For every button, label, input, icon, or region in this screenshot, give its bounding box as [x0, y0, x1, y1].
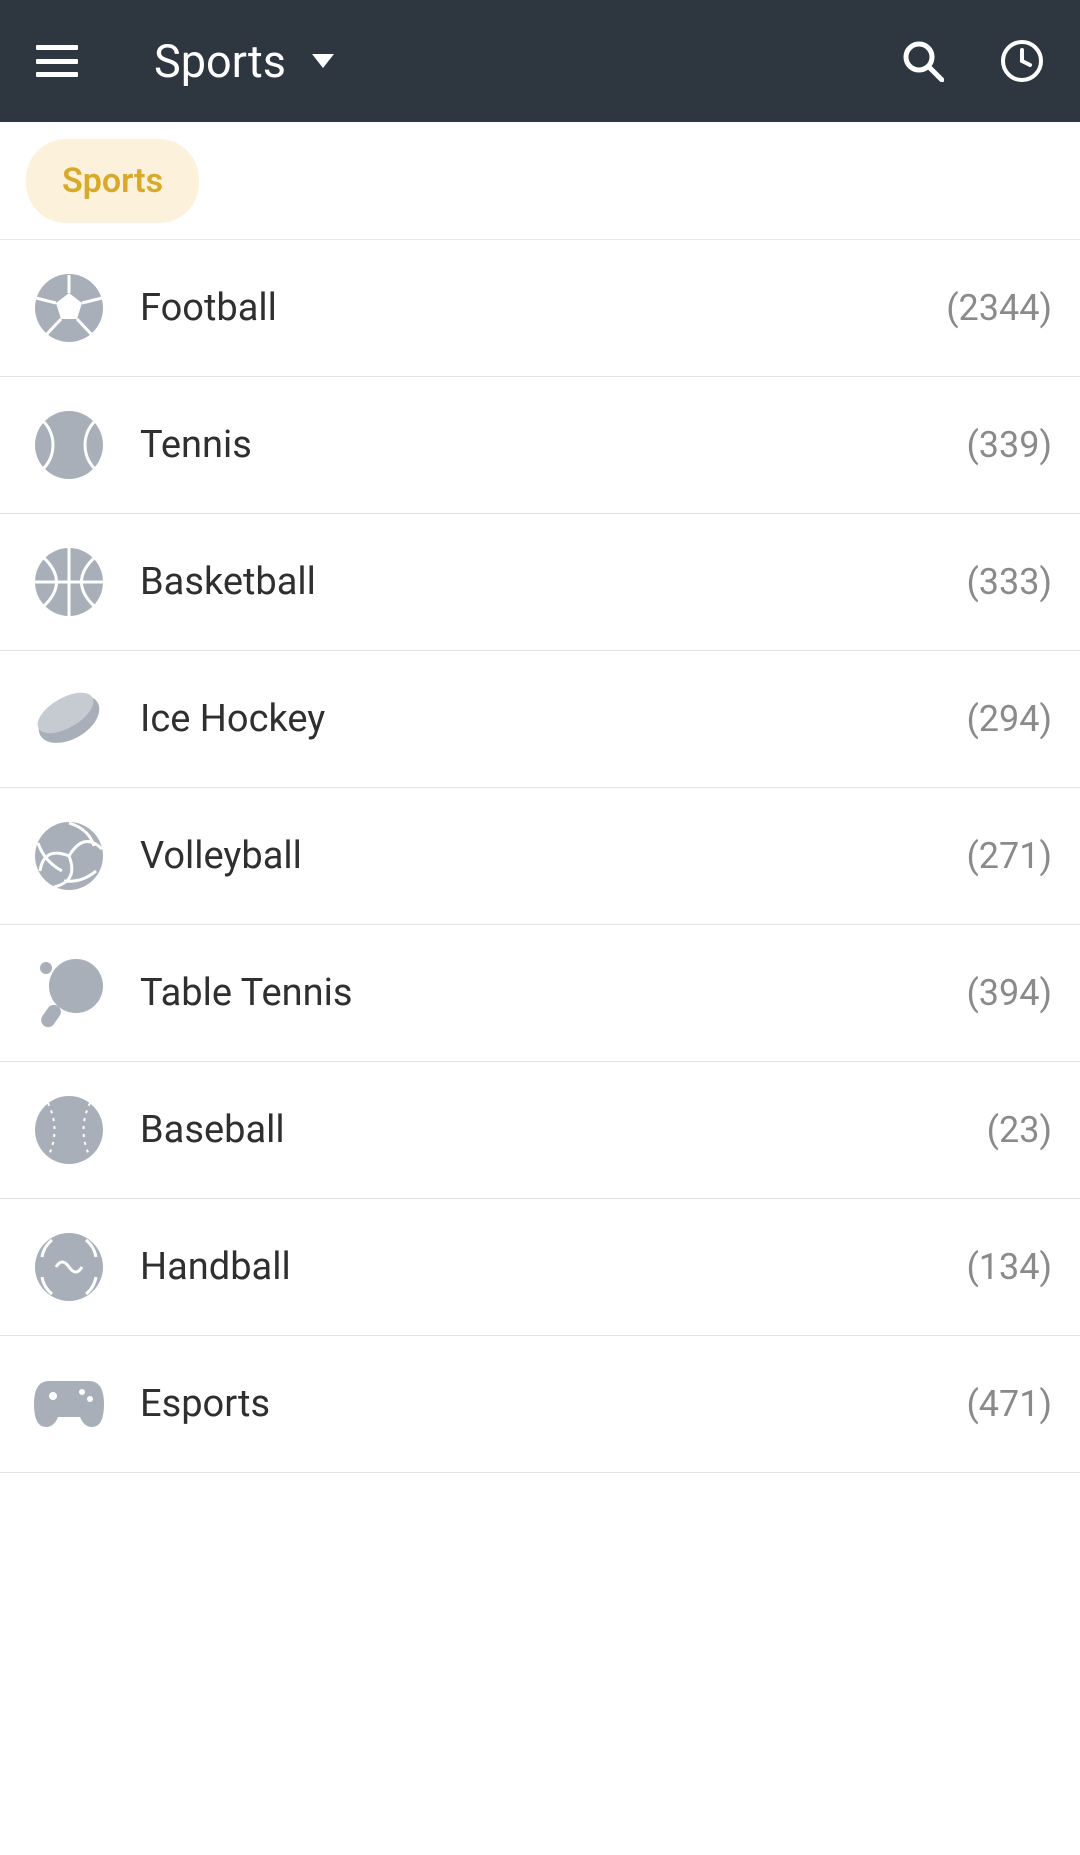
sport-row-baseball[interactable]: Baseball (23) — [0, 1062, 1080, 1199]
sport-row-esports[interactable]: Esports (471) — [0, 1336, 1080, 1473]
sport-label: Tennis — [140, 423, 966, 467]
sport-label: Handball — [140, 1245, 966, 1289]
tennis-icon — [34, 410, 104, 480]
sport-row-football[interactable]: Football (2344) — [0, 240, 1080, 377]
sport-row-handball[interactable]: Handball (134) — [0, 1199, 1080, 1336]
sport-count: (471) — [966, 1383, 1052, 1425]
sport-count: (394) — [966, 972, 1052, 1014]
title-dropdown[interactable]: Sports — [154, 35, 334, 88]
menu-icon[interactable] — [36, 45, 78, 77]
chevron-down-icon — [312, 54, 334, 68]
chip-label: Sports — [62, 161, 163, 201]
sport-row-tennis[interactable]: Tennis (339) — [0, 377, 1080, 514]
sport-row-basketball[interactable]: Basketball (333) — [0, 514, 1080, 651]
sport-count: (134) — [966, 1246, 1052, 1288]
search-icon[interactable] — [902, 40, 944, 82]
sport-row-volleyball[interactable]: Volleyball (271) — [0, 788, 1080, 925]
chip-bar: Sports — [0, 122, 1080, 240]
sport-count: (339) — [966, 424, 1052, 466]
sport-label: Table Tennis — [140, 971, 966, 1015]
sports-list: Football (2344) Tennis (339) Basketball … — [0, 240, 1080, 1473]
sport-label: Esports — [140, 1382, 966, 1426]
sport-row-icehockey[interactable]: Ice Hockey (294) — [0, 651, 1080, 788]
app-header: Sports — [0, 0, 1080, 122]
sport-count: (294) — [966, 698, 1052, 740]
volleyball-icon — [34, 821, 104, 891]
chip-sports[interactable]: Sports — [26, 139, 199, 223]
basketball-icon — [34, 547, 104, 617]
sport-count: (333) — [966, 561, 1052, 603]
sport-count: (271) — [966, 835, 1052, 877]
sport-label: Volleyball — [140, 834, 966, 878]
baseball-icon — [34, 1095, 104, 1165]
football-icon — [34, 273, 104, 343]
sport-count: (23) — [987, 1109, 1052, 1151]
sport-row-tabletennis[interactable]: Table Tennis (394) — [0, 925, 1080, 1062]
page-title: Sports — [154, 35, 286, 88]
table-tennis-icon — [34, 958, 104, 1028]
sport-label: Football — [140, 286, 946, 330]
sport-label: Baseball — [140, 1108, 987, 1152]
handball-icon — [34, 1232, 104, 1302]
ice-hockey-icon — [34, 684, 104, 754]
sport-label: Ice Hockey — [140, 697, 966, 741]
sport-count: (2344) — [946, 287, 1052, 329]
sport-label: Basketball — [140, 560, 966, 604]
esports-icon — [34, 1369, 104, 1439]
clock-icon[interactable] — [1000, 39, 1044, 83]
